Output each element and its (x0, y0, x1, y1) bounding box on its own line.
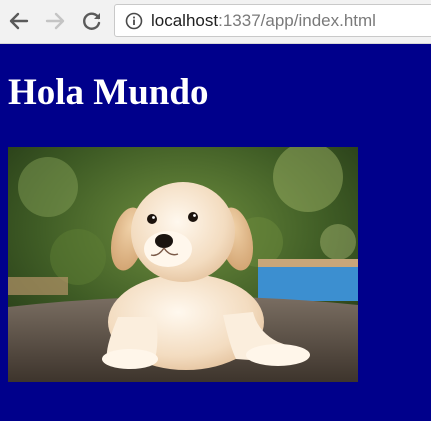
forward-arrow-icon (45, 12, 65, 30)
url-text[interactable]: localhost:1337/app/index.html (151, 11, 376, 31)
browser-toolbar: localhost:1337/app/index.html (0, 0, 431, 44)
page-content: Hola Mundo (0, 44, 431, 421)
forward-button[interactable] (42, 8, 68, 34)
info-icon[interactable] (125, 12, 143, 30)
puppy-image (8, 147, 358, 382)
reload-icon (83, 12, 101, 30)
reload-button[interactable] (79, 8, 105, 34)
page-heading: Hola Mundo (8, 72, 209, 113)
back-button[interactable] (6, 8, 32, 34)
address-bar[interactable]: localhost:1337/app/index.html (114, 4, 431, 37)
url-path: :1337/app/index.html (218, 10, 376, 30)
back-arrow-icon (9, 12, 29, 30)
url-host: localhost (151, 10, 219, 30)
